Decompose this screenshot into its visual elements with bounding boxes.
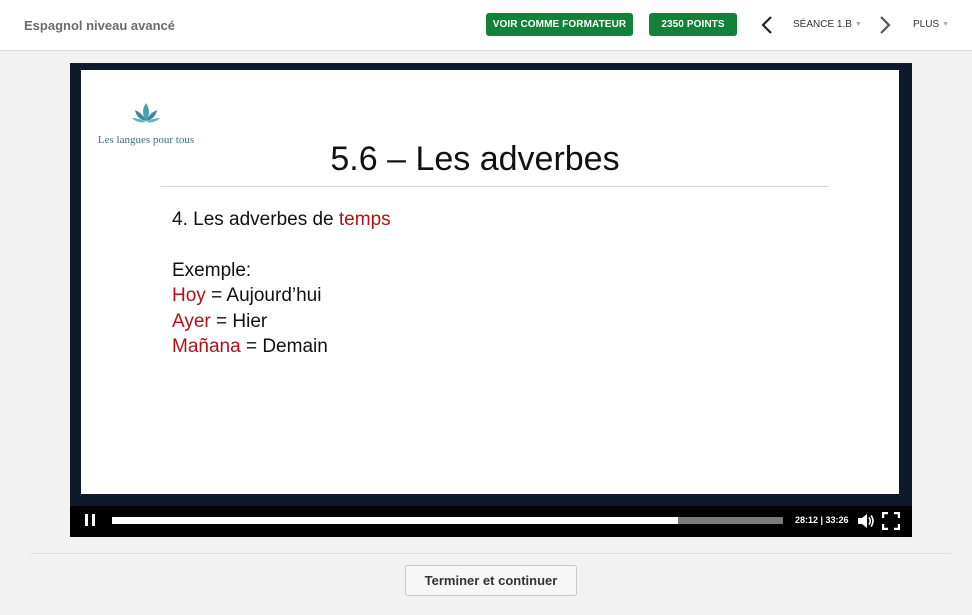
- more-label: PLUS: [913, 19, 940, 30]
- previous-session-button[interactable]: [757, 14, 777, 36]
- fullscreen-button[interactable]: [881, 511, 901, 531]
- slide-body: 4. Les adverbes de temps Exemple: Hoy = …: [172, 207, 391, 360]
- example-line: Mañana = Demain: [172, 336, 328, 357]
- finish-and-continue-button[interactable]: Terminer et continuer: [405, 565, 577, 596]
- example-line: Ayer = Hier: [172, 310, 268, 332]
- example-label: Exemple:: [172, 259, 252, 281]
- lotus-icon: [132, 103, 160, 123]
- fullscreen-icon: [881, 511, 901, 531]
- progress-fill: [112, 517, 678, 524]
- session-label: SÉANCE 1.B: [793, 19, 852, 30]
- points-button[interactable]: 2350 POINTS: [649, 13, 737, 36]
- section-heading: 4. Les adverbes de temps: [172, 209, 391, 230]
- view-as-trainer-button[interactable]: VOIR COMME FORMATEUR: [486, 13, 633, 36]
- title-divider: [161, 186, 829, 187]
- heading-highlight: temps: [338, 209, 391, 230]
- player-controls: 28:12 | 33:26: [70, 506, 912, 537]
- top-bar: Espagnol niveau avancé VOIR COMME FORMAT…: [0, 0, 972, 51]
- caret-down-icon: ▼: [942, 21, 950, 28]
- slide-frame: Les langues pour tous 5.6 – Les adverbes…: [81, 70, 899, 494]
- footer-divider: [31, 553, 951, 554]
- session-selector[interactable]: SÉANCE 1.B ▼: [793, 19, 862, 30]
- course-title: Espagnol niveau avancé: [24, 18, 176, 33]
- volume-icon: [858, 514, 874, 528]
- volume-button[interactable]: [857, 513, 875, 529]
- slide-title: 5.6 – Les adverbes: [330, 140, 620, 178]
- chevron-left-icon: [761, 16, 772, 34]
- progress-bar[interactable]: [112, 517, 783, 524]
- time-display: 28:12 | 33:26: [795, 515, 849, 525]
- example-line: Hoy = Aujourd’hui: [172, 285, 322, 306]
- chevron-right-icon: [880, 16, 891, 34]
- next-session-button[interactable]: [875, 14, 895, 36]
- more-menu[interactable]: PLUS ▼: [913, 19, 949, 30]
- pause-button[interactable]: [84, 514, 98, 528]
- video-player[interactable]: Les langues pour tous 5.6 – Les adverbes…: [70, 63, 912, 537]
- pause-icon: [85, 514, 88, 526]
- caret-down-icon: ▼: [854, 21, 862, 28]
